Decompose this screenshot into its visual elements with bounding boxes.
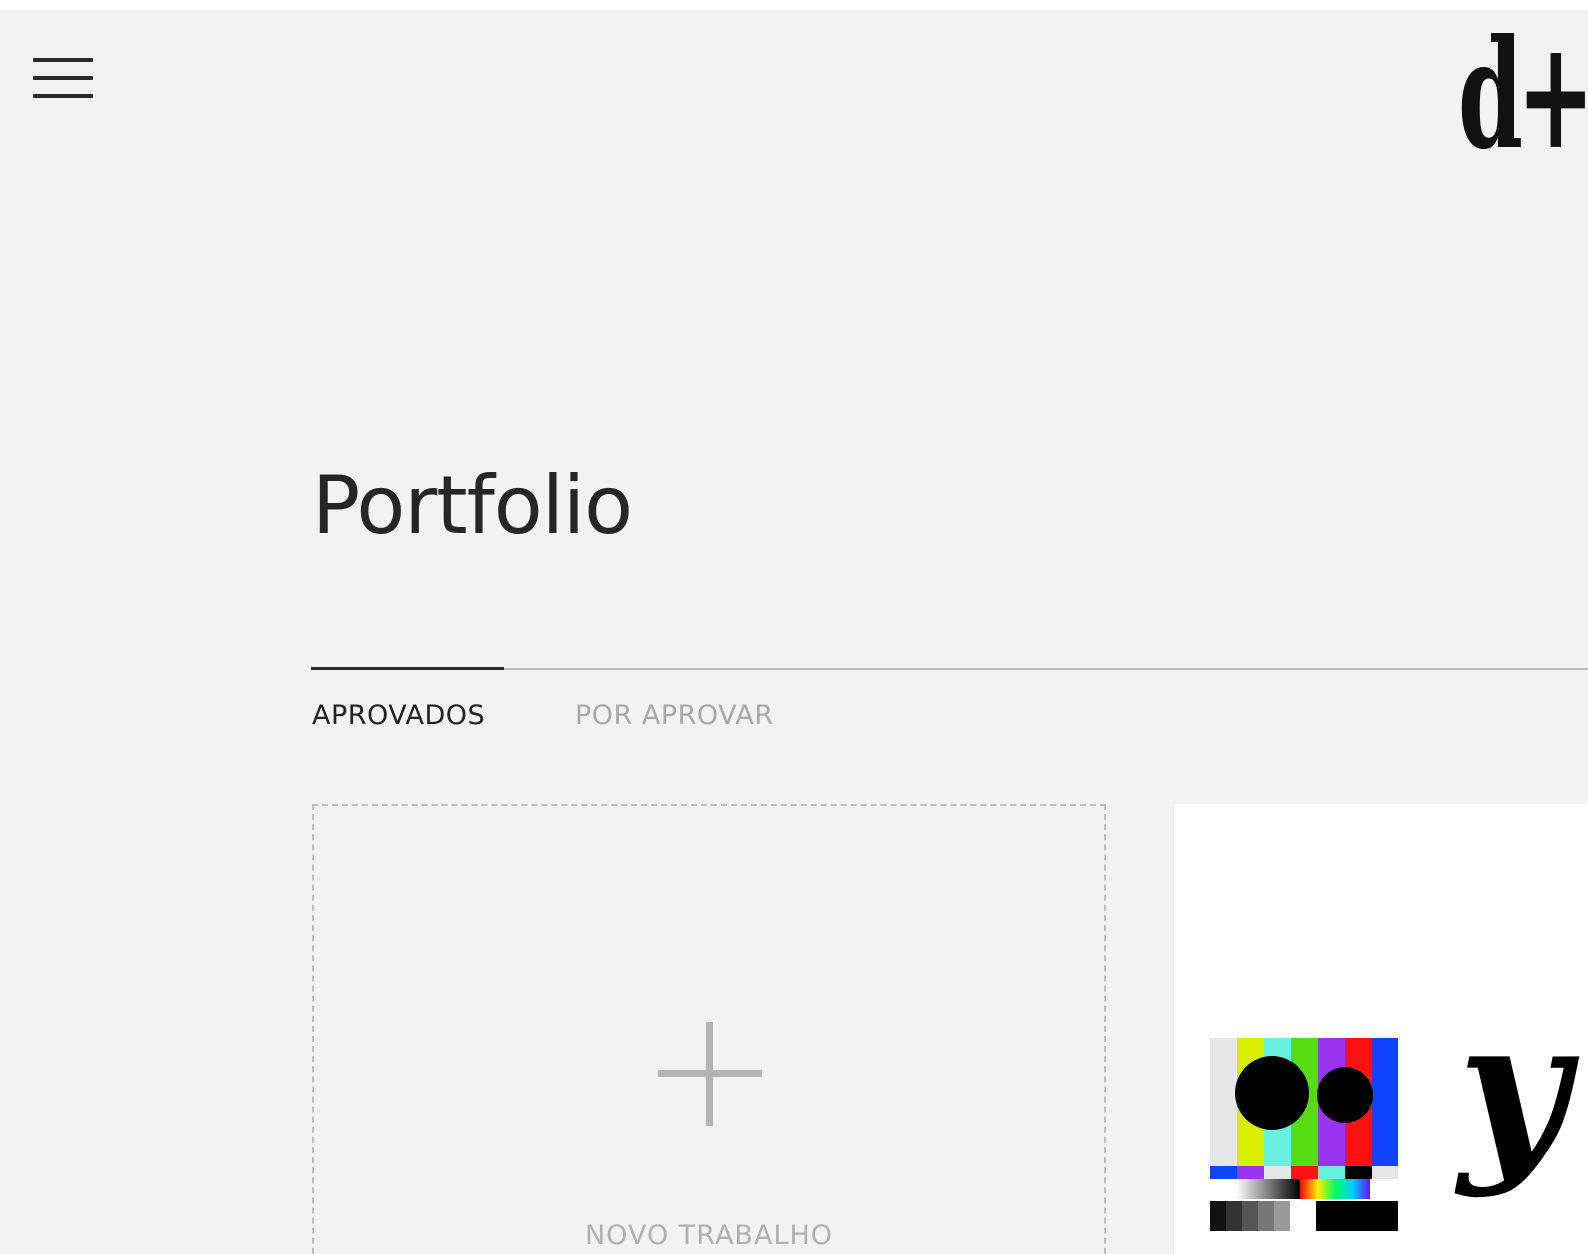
project-card[interactable]: y: [1174, 804, 1588, 1254]
page-title: Portfolio: [312, 459, 633, 552]
menu-bar: [33, 58, 93, 62]
tab-aprovados[interactable]: APROVADOS: [312, 700, 485, 731]
tab-por-aprovar[interactable]: POR APROVAR: [575, 700, 774, 731]
site-logo[interactable]: d+: [1458, 20, 1588, 170]
new-work-card[interactable]: NOVO TRABALHO: [312, 804, 1106, 1254]
project-wordmark: y: [1458, 977, 1569, 1200]
app-viewport: d+ Portfolio APROVADOS POR APROVAR NOVO …: [0, 10, 1588, 1254]
new-work-label: NOVO TRABALHO: [584, 1220, 834, 1251]
plus-icon: [658, 1022, 762, 1126]
hamburger-menu-button[interactable]: [30, 56, 94, 104]
menu-bar: [33, 76, 93, 80]
tv-color-bars-logo: [1210, 1038, 1398, 1231]
active-tab-indicator: [311, 667, 504, 670]
menu-bar: [33, 94, 93, 98]
